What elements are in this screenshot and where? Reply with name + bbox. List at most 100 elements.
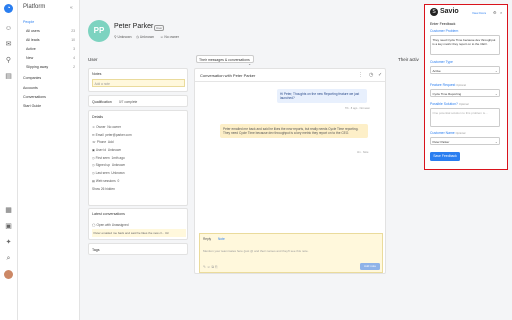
savio-brand: Savio: [440, 8, 459, 15]
composer: Reply Note Mention your teammates here (…: [199, 233, 383, 273]
book-icon[interactable]: ▤: [4, 72, 13, 81]
detail-row: ☺ Owner No owner: [92, 125, 121, 129]
contact-type-badge: User: [154, 25, 165, 31]
details-card: Details ☺ Owner No owner ✉ Email peter@p…: [88, 110, 188, 206]
app-logo-icon[interactable]: ◔: [4, 4, 13, 13]
divider: [195, 81, 385, 82]
tab-reply[interactable]: Reply: [203, 237, 211, 241]
problem-textarea[interactable]: They need Cycle Time because dev through…: [430, 35, 500, 55]
chevron-down-icon: ⌄: [494, 139, 498, 144]
details-title: Details: [92, 115, 103, 119]
count-badge: 4: [73, 56, 75, 60]
sidebar-item-slipping-away[interactable]: Slipping away: [26, 65, 48, 69]
conversation-item-preview[interactable]: Peter emailed me back and said he likes …: [92, 229, 186, 237]
save-feedback-button[interactable]: Save Feedback: [430, 152, 460, 161]
outgoing-message: Hi Peter, Thoughts on the new Reporting …: [277, 89, 367, 104]
tab-note[interactable]: Note: [218, 237, 225, 241]
feature-select[interactable]: Cycle Time Reporting ⌄: [430, 89, 500, 97]
detail-row: ◷ First seen 1mth ago: [92, 155, 125, 160]
add-note-input[interactable]: Add a note: [92, 79, 185, 87]
chat-icon[interactable]: ✉: [4, 40, 13, 49]
type-label: Customer Type: [430, 60, 453, 64]
sidebar-item-accounts[interactable]: Accounts: [23, 86, 38, 90]
section-companies[interactable]: Companies: [23, 76, 41, 80]
view-docs-link[interactable]: View Docs: [472, 11, 486, 15]
internal-note: Peter emailed me back and said he likes …: [220, 124, 368, 139]
qualification-card[interactable]: Qualification 0/7 complete: [88, 95, 188, 107]
detail-row: ◷ Signed up Unknown: [92, 163, 126, 168]
detail-row: ◷ Last seen Unknown: [92, 171, 125, 176]
conversation-item-title[interactable]: ◯ Open with Unassigned: [92, 223, 129, 227]
sidebar: Platform « People All users 23 All leads…: [18, 0, 80, 320]
add-note-button[interactable]: Add note: [360, 263, 380, 270]
notes-card: Notes Add a note: [88, 68, 188, 92]
collapse-icon[interactable]: «: [70, 5, 73, 11]
name-label: Customer Name Optional: [430, 131, 466, 135]
savio-panel: S Savio View Docs ⚙ × Enter Feedback Cus…: [424, 4, 508, 170]
sidebar-item-new[interactable]: New: [26, 56, 33, 60]
chevron-down-icon: ⌄: [494, 91, 498, 96]
type-select[interactable]: Active ⌄: [430, 66, 500, 74]
note-input[interactable]: Mention your teammates here (just @ and …: [203, 249, 378, 253]
qualification-title: Qualification: [92, 99, 112, 104]
sidebar-item-active[interactable]: Active: [26, 47, 36, 51]
conversation-panel: Conversation with Peter Parker ⋮ ◷ ✓ Hi …: [194, 68, 386, 274]
more-icon[interactable]: ⋮: [358, 72, 363, 78]
count-badge: 2: [73, 65, 75, 69]
tags-title: Tags: [92, 248, 100, 252]
app-rail: ◔ ☺ ✉ ⚲ ▤ ▦ ▣ ✦ ⌕: [0, 0, 18, 320]
detail-row: ☏ Phone Add: [92, 140, 114, 145]
people-icon[interactable]: ☺: [4, 24, 13, 33]
chevron-down-icon: ⌄: [494, 68, 498, 73]
latest-title: Latest conversations: [92, 212, 125, 216]
form-heading: Enter Feedback: [430, 22, 456, 26]
section-people[interactable]: People: [23, 20, 34, 24]
qualification-value: 0/7 complete: [119, 100, 138, 104]
contact-name: Peter Parker: [114, 23, 154, 30]
tags-card[interactable]: Tags: [88, 243, 188, 255]
chevron-down-icon: ⌄: [248, 61, 251, 66]
savio-logo-icon: S: [430, 8, 438, 16]
show-hidden-link[interactable]: Show 26 hidden: [92, 187, 186, 195]
search-icon[interactable]: ⌕: [4, 254, 13, 263]
sidebar-item-all-leads[interactable]: All leads: [26, 38, 40, 42]
composer-tools-icon[interactable]: ✎ ☺ ⧉ ⎘: [203, 265, 218, 269]
note-meta: 3m · Note: [357, 151, 369, 154]
solution-textarea[interactable]: One potential solution to this problem i…: [430, 108, 500, 127]
snooze-icon[interactable]: ◷: [369, 72, 373, 78]
count-badge: 23: [71, 29, 75, 33]
name-select[interactable]: Peter Parker ⌄: [430, 137, 500, 145]
activity-title: Their activ: [398, 57, 419, 62]
inbox-icon[interactable]: ▣: [4, 222, 13, 231]
sidebar-item-all-users[interactable]: All users: [26, 29, 40, 33]
calendar-icon[interactable]: ▦: [4, 206, 13, 215]
pin-icon[interactable]: ⚲: [4, 56, 13, 65]
problem-label: Customer Problem: [430, 29, 459, 33]
contact-owner: ☺ No owner: [160, 35, 179, 39]
settings-icon[interactable]: ⚙: [493, 10, 497, 15]
close-icon[interactable]: ×: [500, 10, 502, 15]
count-badge: 3: [73, 47, 75, 51]
latest-conversations-card: Latest conversations ◯ Open with Unassig…: [88, 208, 188, 240]
count-badge: 10: [71, 38, 75, 42]
panel-title: User: [88, 57, 98, 62]
contact-time: ◷ Unknown: [136, 35, 155, 39]
sidebar-item-conversations[interactable]: Conversations: [23, 95, 46, 99]
detail-row: ▤ Web sessions 0: [92, 178, 120, 183]
feature-label: Feature Request Optional: [430, 83, 466, 87]
solution-label: Possible Solution? Optional: [430, 102, 469, 106]
detail-row: ▣ User id Unknown: [92, 148, 122, 153]
sidebar-item-start-guide[interactable]: Start Guide: [23, 104, 41, 108]
message-meta: Tib · 8 ago · Not seen: [345, 107, 370, 110]
check-icon[interactable]: ✓: [378, 72, 382, 78]
contact-avatar: PP: [88, 20, 110, 42]
details-rows: ☺ Owner No owner ✉ Email peter@parker.co…: [92, 125, 186, 194]
filter-dropdown[interactable]: Their messages & conversations ⌄: [196, 55, 254, 66]
contact-location: ⚲ Unknown: [114, 35, 132, 39]
conversation-title: Conversation with Peter Parker: [200, 73, 256, 78]
user-avatar[interactable]: [4, 270, 13, 279]
detail-row: ✉ Email peter@parker.com: [92, 132, 132, 137]
gift-icon[interactable]: ✦: [4, 238, 13, 247]
notes-title: Notes: [92, 72, 102, 76]
sidebar-title: Platform: [23, 4, 46, 10]
